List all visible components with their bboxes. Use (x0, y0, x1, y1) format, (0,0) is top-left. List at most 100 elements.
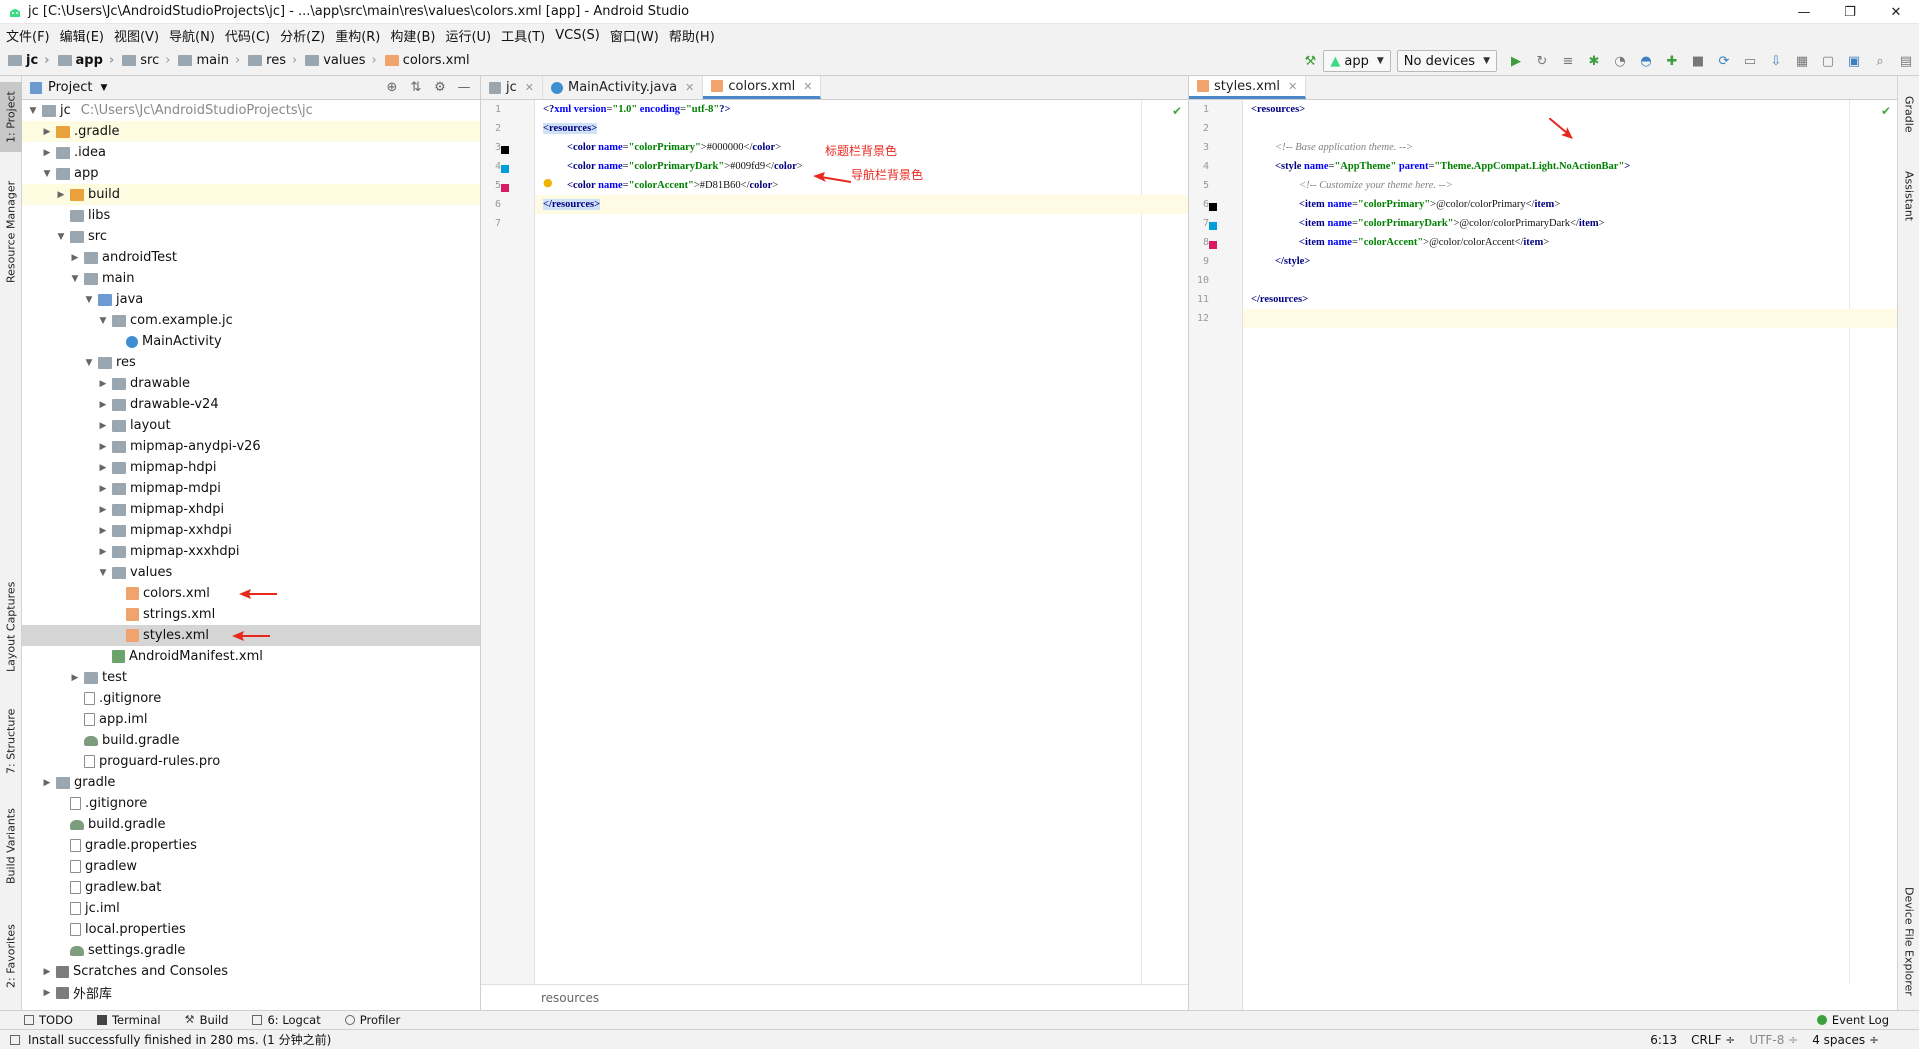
sync-gradle-icon[interactable]: ⟳ (1713, 50, 1735, 72)
menu-tools[interactable]: 工具(T) (499, 26, 553, 45)
tab-jc[interactable]: jc ✕ (481, 76, 543, 99)
debug-icon[interactable]: ✱ (1583, 50, 1605, 72)
tree-item[interactable]: proguard-rules.pro (22, 751, 480, 772)
sdk-manager-icon[interactable]: ⇩ (1765, 50, 1787, 72)
menu-refactor[interactable]: 重构(R) (333, 26, 388, 45)
breadcrumb-res[interactable]: res › (248, 53, 297, 68)
color-swatch-accent[interactable] (1209, 241, 1217, 249)
lightbulb-icon[interactable]: ● (543, 176, 553, 189)
breadcrumb-app[interactable]: app › (57, 53, 114, 68)
file-encoding[interactable]: UTF-8 ÷ (1749, 1033, 1798, 1047)
menu-build[interactable]: 构建(B) (388, 26, 443, 45)
tree-item[interactable]: ▶ gradle (22, 772, 480, 793)
tab-favorites[interactable]: 2: Favorites (0, 916, 22, 996)
breadcrumb-jc[interactable]: jc › (8, 53, 50, 68)
tree-item[interactable]: ▼ res (22, 352, 480, 373)
profile-icon[interactable]: ◔ (1609, 50, 1631, 72)
layout-inspector-icon[interactable]: ▢ (1817, 50, 1839, 72)
tree-item[interactable]: jc.iml (22, 898, 480, 919)
code-area[interactable]: <resources> <!-- Base application theme.… (1243, 100, 1897, 1010)
caret-position[interactable]: 6:13 (1650, 1033, 1677, 1047)
tree-item[interactable]: ▼ com.example.jc (22, 310, 480, 331)
menu-view[interactable]: 视图(V) (112, 26, 167, 45)
tree-item[interactable]: strings.xml (22, 604, 480, 625)
attach-debugger-icon[interactable]: ◓ (1635, 50, 1657, 72)
color-swatch-primary[interactable] (1209, 203, 1217, 211)
project-view-select[interactable]: Project (48, 80, 92, 95)
tree-item[interactable]: gradle.properties (22, 835, 480, 856)
tree-item[interactable]: ▶ drawable-v24 (22, 394, 480, 415)
tree-item[interactable]: ▼ java (22, 289, 480, 310)
tool-todo[interactable]: TODO (24, 1013, 73, 1027)
tree-item[interactable]: ▶ mipmap-mdpi (22, 478, 480, 499)
tree-item[interactable]: AndroidManifest.xml (22, 646, 480, 667)
tree-item[interactable]: ▼ main (22, 268, 480, 289)
color-swatch-primary[interactable] (501, 146, 509, 154)
tree-item[interactable]: gradlew.bat (22, 877, 480, 898)
tree-item[interactable]: gradlew (22, 856, 480, 877)
menu-file[interactable]: 文件(F) (4, 26, 58, 45)
device-manager-icon[interactable]: ▣ (1843, 50, 1865, 72)
tab-structure[interactable]: 7: Structure (0, 696, 22, 786)
tab-assistant[interactable]: Assistant (1898, 156, 1919, 236)
breadcrumb-colors-xml[interactable]: colors.xml (384, 53, 470, 68)
tree-item[interactable]: local.properties (22, 919, 480, 940)
status-message[interactable]: Install successfully finished in 280 ms.… (28, 1031, 331, 1048)
tree-item[interactable]: ▶ mipmap-xxhdpi (22, 520, 480, 541)
breadcrumb-resources[interactable]: resources (541, 991, 599, 1005)
close-icon[interactable]: ✕ (1288, 80, 1297, 93)
tree-item[interactable]: ▶ 外部库 (22, 982, 480, 1003)
menu-edit[interactable]: 编辑(E) (58, 26, 112, 45)
menu-help[interactable]: 帮助(H) (667, 26, 723, 45)
tree-item[interactable]: ▶ drawable (22, 373, 480, 394)
tree-item[interactable]: settings.gradle (22, 940, 480, 961)
tab-resource-manager[interactable]: Resource Manager (0, 172, 22, 292)
settings-icon[interactable]: ▤ (1895, 50, 1917, 72)
tree-item[interactable]: build.gradle (22, 730, 480, 751)
tab-layout-captures[interactable]: Layout Captures (0, 572, 22, 682)
tree-item[interactable]: ▶ layout (22, 415, 480, 436)
tree-item[interactable]: ▶ .idea (22, 142, 480, 163)
minimize-button[interactable]: — (1781, 0, 1827, 24)
menu-vcs[interactable]: VCS(S) (553, 28, 608, 43)
hammer-build-icon[interactable]: ⚒ (1299, 50, 1321, 72)
close-button[interactable]: ✕ (1873, 0, 1919, 24)
maximize-button[interactable]: ❐ (1827, 0, 1873, 24)
breadcrumb-main[interactable]: main › (178, 53, 240, 68)
tree-item-styles-xml[interactable]: styles.xml (22, 625, 480, 646)
tab-styles-xml[interactable]: styles.xml ✕ (1189, 76, 1307, 99)
tab-gradle[interactable]: Gradle (1898, 84, 1919, 144)
tree-item[interactable]: ▼ src (22, 226, 480, 247)
menu-window[interactable]: 窗口(W) (608, 26, 667, 45)
tree-item[interactable]: .gitignore (22, 688, 480, 709)
apply-changes-icon[interactable]: ↻ (1531, 50, 1553, 72)
breadcrumb-src[interactable]: src › (122, 53, 170, 68)
project-structure-icon[interactable]: ▦ (1791, 50, 1813, 72)
stop-icon[interactable]: ■ (1687, 50, 1709, 72)
tree-item[interactable]: ▶ mipmap-hdpi (22, 457, 480, 478)
tree-item[interactable]: ▶ .gradle (22, 121, 480, 142)
line-separator[interactable]: CRLF ÷ (1691, 1033, 1735, 1047)
menu-code[interactable]: 代码(C) (223, 26, 278, 45)
locate-icon[interactable]: ⊕ (380, 80, 404, 95)
tab-project[interactable]: 1: Project (0, 82, 22, 152)
tree-item[interactable]: libs (22, 205, 480, 226)
tree-item-jc[interactable]: ▼ jc C:\Users\Jc\AndroidStudioProjects\jc (22, 100, 480, 121)
color-swatch-primary-dark[interactable] (1209, 222, 1217, 230)
tool-terminal[interactable]: Terminal (96, 1013, 161, 1027)
tab-build-variants[interactable]: Build Variants (0, 796, 22, 896)
menu-analyze[interactable]: 分析(Z) (278, 26, 333, 45)
tree-item[interactable]: ▶ mipmap-anydpi-v26 (22, 436, 480, 457)
tree-item[interactable]: ▶ mipmap-xxxhdpi (22, 541, 480, 562)
close-icon[interactable]: ✕ (525, 81, 534, 94)
collapse-all-icon[interactable]: ⇅ (404, 80, 428, 95)
tool-build[interactable]: ⚒ Build (185, 1013, 229, 1027)
search-icon[interactable]: ⌕ (1869, 50, 1891, 72)
gear-icon[interactable]: ⚙ (428, 80, 452, 95)
tab-colors-xml[interactable]: colors.xml ✕ (703, 76, 822, 99)
avd-manager-icon[interactable]: ▭ (1739, 50, 1761, 72)
menu-run[interactable]: 运行(U) (443, 26, 499, 45)
close-icon[interactable]: ✕ (803, 80, 812, 93)
tool-event-log[interactable]: Event Log (1816, 1013, 1889, 1027)
run-config-select[interactable]: ▲ app ▼ (1323, 50, 1391, 72)
